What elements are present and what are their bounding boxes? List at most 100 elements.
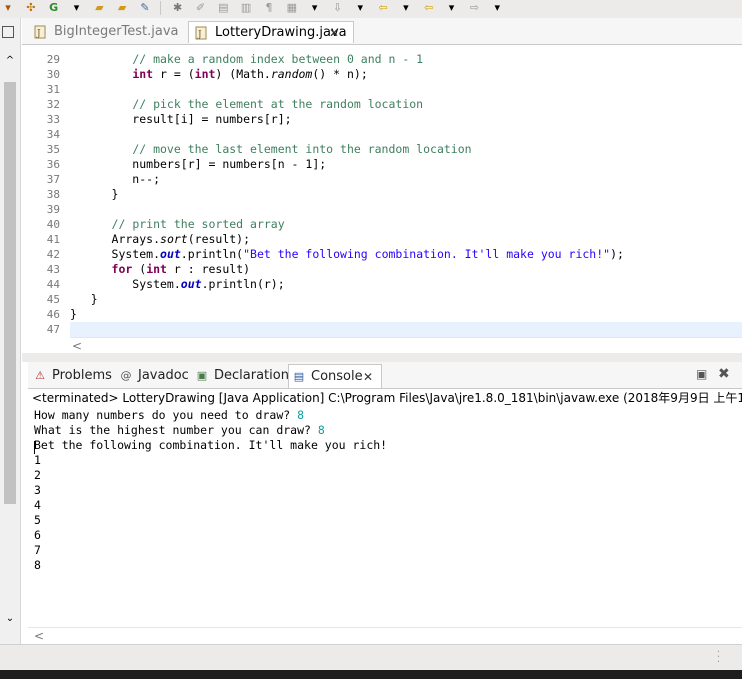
edit-icon[interactable]: ✐ (192, 1, 208, 15)
back-icon[interactable]: ⇦ (375, 1, 391, 15)
declaration-icon: ▣ (196, 369, 208, 382)
console-horizontal-scrollbar[interactable]: < (28, 627, 742, 644)
tab-biginteger-test[interactable]: J BigIntegerTest.java (28, 21, 179, 43)
tab-label: Declaration (214, 368, 289, 383)
close-tab-icon[interactable]: ✕ (329, 22, 339, 44)
search-tool-icon[interactable]: ✎ (137, 1, 153, 15)
editor-horizontal-scrollbar[interactable]: < (70, 337, 742, 354)
console-line: 4 (34, 498, 41, 513)
tab-javadoc[interactable]: @ Javadoc (116, 364, 189, 388)
code-line: // pick the element at the random locati… (70, 97, 423, 112)
line-number: 42 (46, 248, 60, 261)
code-token: random (270, 67, 313, 81)
new-wizard-icon[interactable]: ✣ (23, 1, 39, 15)
code-token: // print the sorted array (111, 217, 285, 231)
open-folder-icon[interactable]: ▰ (91, 1, 107, 15)
remove-launch-icon[interactable]: ✖ (718, 366, 730, 382)
scroll-left-icon[interactable]: < (34, 628, 44, 644)
code-line: } (70, 187, 119, 202)
console-line: What is the highest number you can draw?… (34, 423, 325, 438)
code-token: .println(r); (201, 277, 285, 291)
dropdown-icon[interactable]: ▾ (307, 1, 323, 15)
line-number: 47 (46, 323, 60, 336)
scroll-down-icon[interactable]: ⌄ (3, 612, 17, 626)
restore-view-icon[interactable] (2, 26, 14, 38)
console-user-input: 8 (297, 408, 305, 422)
console-output[interactable]: <terminated> LotteryDrawing [Java Applic… (28, 389, 742, 627)
console-line: 5 (34, 513, 41, 528)
console-output-text: 8 (34, 558, 41, 572)
code-line: for (int r : result) (70, 262, 251, 277)
code-token: } (70, 187, 119, 201)
line-number: 29 (46, 53, 60, 66)
line-number: 41 (46, 233, 60, 246)
toggle-icon[interactable]: ▤ (215, 1, 231, 15)
code-token: // move the last element into the random… (132, 142, 472, 156)
dropdown-icon[interactable]: ▾ (398, 1, 414, 15)
console-line: Bet the following combination. It'll mak… (34, 438, 387, 453)
tab-console[interactable]: ▤ Console ✕ (288, 364, 382, 388)
panel-splitter[interactable] (22, 353, 742, 362)
code-line: } (70, 292, 98, 307)
line-number: 37 (46, 173, 60, 186)
dropdown-icon[interactable]: ▾ (352, 1, 368, 15)
code-token: out (160, 247, 181, 261)
pin-icon[interactable]: ✱ (170, 1, 186, 15)
current-line-highlight (70, 322, 742, 337)
minimize-view-icon[interactable]: ▣ (696, 366, 707, 382)
code-token: .println( (180, 247, 244, 261)
view-tab-bar: ⚠ Problems @ Javadoc ▣ Declaration ▤ Con… (28, 362, 742, 389)
code-token: r : result) (166, 262, 251, 276)
console-line: 8 (34, 558, 41, 573)
next-annotation-icon[interactable]: ⇩ (329, 1, 345, 15)
last-edit-icon[interactable]: ⇨ (466, 1, 482, 15)
paragraph-icon[interactable]: ¶ (261, 1, 277, 15)
code-token: // pick the element at the random locati… (132, 97, 424, 111)
open-type-icon[interactable]: ▰ (114, 1, 130, 15)
line-number: 44 (46, 278, 60, 291)
line-number: 43 (46, 263, 60, 276)
editor-tab-bar: J BigIntegerTest.java J LotteryDrawing.j… (22, 18, 742, 45)
build-icon[interactable]: ▾ (0, 1, 16, 15)
dropdown-icon[interactable]: ▾ (444, 1, 460, 15)
os-taskbar (0, 670, 742, 679)
scroll-up-icon[interactable]: ^ (3, 54, 17, 68)
console-line: 1 (34, 453, 41, 468)
tab-lottery-drawing[interactable]: J LotteryDrawing.java ✕ (188, 21, 354, 43)
problems-icon: ⚠ (35, 369, 45, 382)
vertical-scrollbar-thumb[interactable] (4, 82, 16, 504)
console-status: <terminated> LotteryDrawing [Java Applic… (32, 391, 742, 405)
scroll-left-icon[interactable]: < (72, 338, 82, 354)
code-token: ) (Math. (215, 67, 271, 81)
code-token: } (70, 307, 77, 321)
code-token: System. (70, 247, 161, 261)
code-token: (result); (187, 232, 251, 246)
dropdown-icon[interactable]: ▾ (68, 1, 84, 15)
dropdown-icon[interactable]: ▾ (489, 1, 505, 15)
line-number: 33 (46, 113, 60, 126)
page-icon[interactable]: ▥ (238, 1, 254, 15)
code-line: result[i] = numbers[r]; (70, 112, 291, 127)
line-number: 31 (46, 83, 60, 96)
java-file-icon: J (34, 25, 46, 39)
code-token: n--; (70, 172, 161, 186)
javadoc-icon: @ (120, 369, 132, 382)
left-side-rail: ^ ⌄ (0, 18, 21, 644)
console-output-text: 5 (34, 513, 41, 527)
annotation-icon[interactable]: ▦ (284, 1, 300, 15)
code-editor[interactable]: 29 30 31 32 33 34 35 36 37 38 39 40 41 42 43 44 45 46 47 /… (22, 45, 742, 337)
console-output-text: 1 (34, 453, 41, 467)
forward-icon[interactable]: ⇦ (421, 1, 437, 15)
console-output-text: 4 (34, 498, 41, 512)
tab-label: Problems (52, 368, 112, 383)
tab-declaration[interactable]: ▣ Declaration (192, 364, 289, 388)
console-output-text: 2 (34, 468, 41, 482)
status-bar: · · · (0, 644, 742, 671)
console-line: 2 (34, 468, 41, 483)
close-tab-icon[interactable]: ✕ (363, 365, 373, 389)
tab-problems[interactable]: ⚠ Problems (30, 364, 116, 388)
run-icon[interactable]: G (46, 1, 62, 15)
